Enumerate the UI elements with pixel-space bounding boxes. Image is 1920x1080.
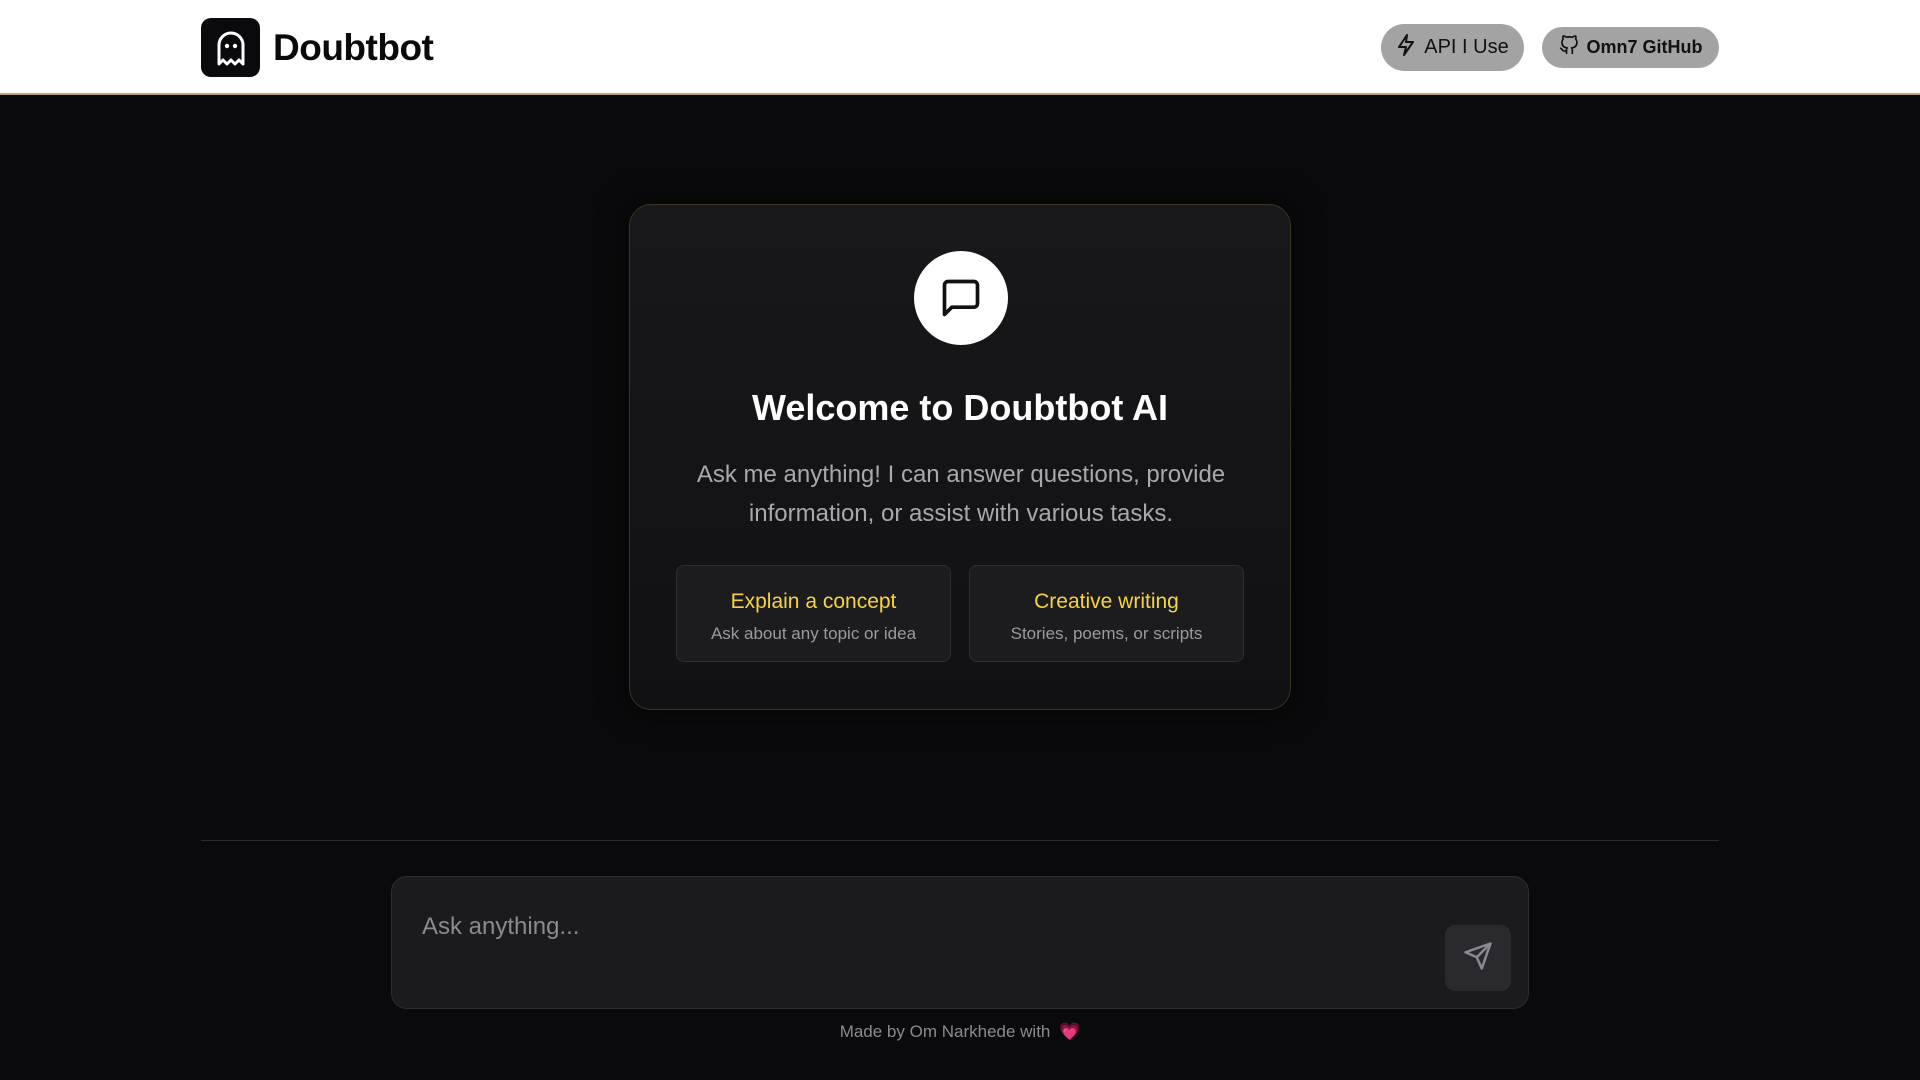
top-header: Doubtbot API I Use Omn7 GitHub <box>0 0 1920 95</box>
welcome-card: Welcome to Doubtbot AI Ask me anything! … <box>629 204 1291 710</box>
suggestion-description: Ask about any topic or idea <box>710 624 917 643</box>
github-icon <box>1559 35 1579 60</box>
suggestion-title: Explain a concept <box>730 590 897 613</box>
composer <box>391 876 1529 1009</box>
api-button[interactable]: API I Use <box>1381 24 1524 71</box>
welcome-subtitle: Ask me anything! I can answer questions,… <box>696 461 1226 527</box>
brand[interactable]: Doubtbot <box>201 18 434 77</box>
suggestion-title: Creative writing <box>1034 590 1179 613</box>
welcome-title: Welcome to Doubtbot AI <box>752 387 1168 428</box>
github-button-label: Omn7 GitHub <box>1586 37 1703 57</box>
send-icon <box>1463 941 1493 976</box>
footer: Made by Om Narkhede with 💗 <box>0 1022 1920 1042</box>
github-button[interactable]: Omn7 GitHub <box>1542 27 1719 68</box>
ghost-icon <box>201 18 260 77</box>
suggestion-explain-concept[interactable]: Explain a concept Ask about any topic or… <box>676 565 951 662</box>
suggestion-creative-writing[interactable]: Creative writing Stories, poems, or scri… <box>969 565 1244 662</box>
api-button-label: API I Use <box>1424 36 1509 58</box>
suggestion-description: Stories, poems, or scripts <box>1010 624 1203 643</box>
send-button[interactable] <box>1445 925 1511 991</box>
brand-name: Doubtbot <box>273 26 434 68</box>
footer-text: Made by Om Narkhede with <box>839 1022 1051 1041</box>
divider <box>201 840 1719 841</box>
chat-bubble-icon <box>914 251 1008 345</box>
heart-icon: 💗 <box>1059 1022 1081 1041</box>
chat-input[interactable] <box>422 907 1422 947</box>
lightning-icon <box>1396 33 1416 62</box>
